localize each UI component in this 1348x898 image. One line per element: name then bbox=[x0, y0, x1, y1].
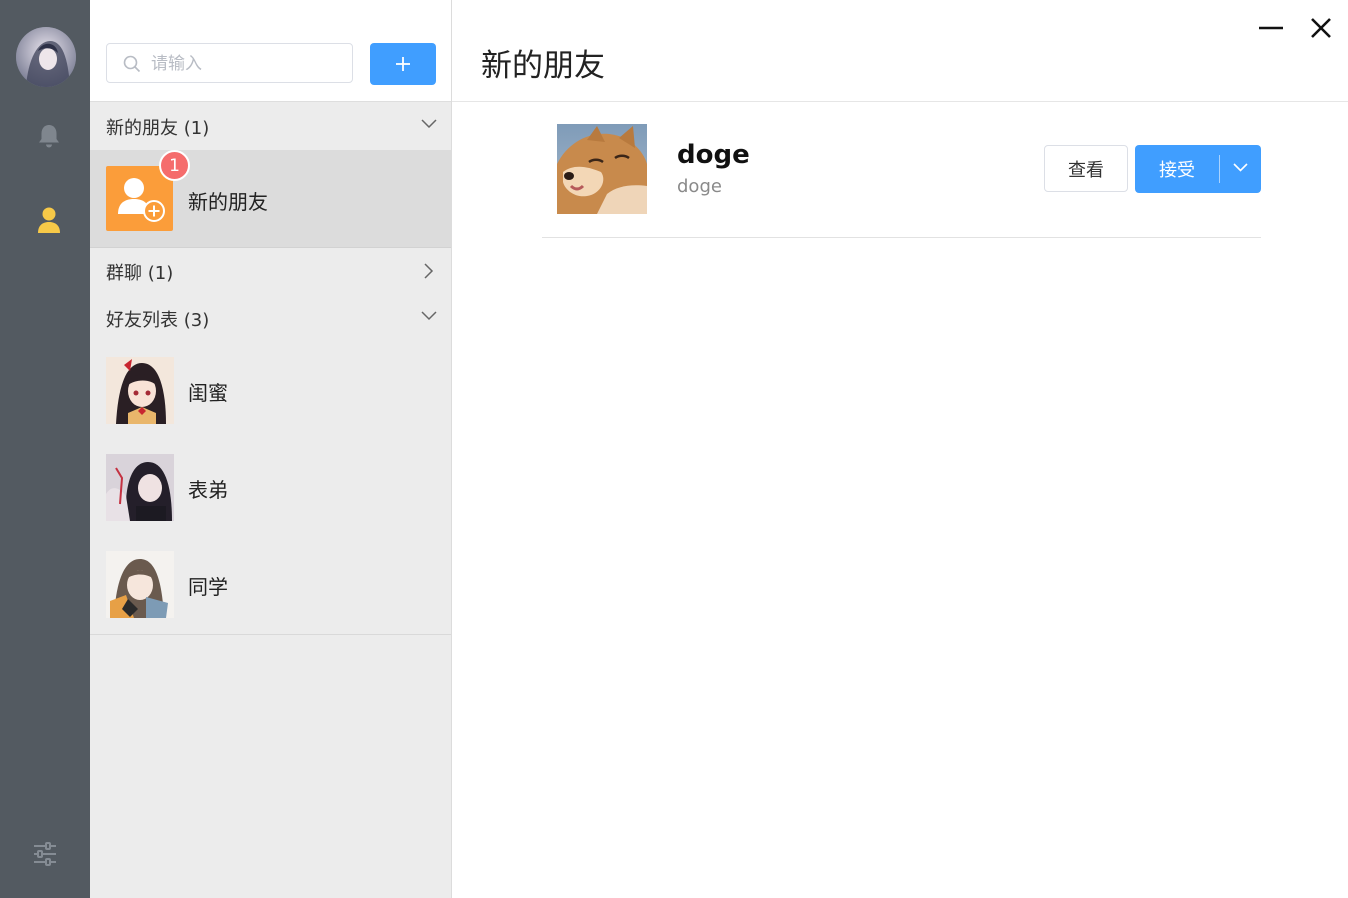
search-icon bbox=[123, 55, 141, 73]
friend-avatar bbox=[106, 357, 174, 424]
nav-rail bbox=[0, 0, 90, 898]
friend-item[interactable]: 同学 bbox=[90, 535, 451, 632]
settings-sliders-icon[interactable] bbox=[32, 842, 58, 866]
chevron-down-icon bbox=[421, 311, 437, 321]
plus-icon bbox=[396, 57, 410, 71]
friend-name: 表弟 bbox=[188, 478, 228, 502]
group-header-group-chats[interactable]: 群聊 (1) bbox=[90, 247, 451, 295]
request-avatar bbox=[557, 124, 647, 214]
page-title: 新的朋友 bbox=[481, 48, 605, 84]
group-header-friend-list[interactable]: 好友列表 (3) bbox=[90, 294, 451, 342]
chevron-down-icon bbox=[1233, 163, 1248, 172]
contacts-icon[interactable] bbox=[36, 206, 62, 234]
detail-pane: 新的朋友 doge doge 查看 接受 bbox=[452, 0, 1348, 898]
list-item-new-friends[interactable]: 新的朋友 bbox=[90, 150, 451, 248]
friend-avatar bbox=[106, 454, 174, 521]
accept-split-button: 接受 bbox=[1135, 145, 1261, 193]
request-name: doge bbox=[677, 140, 750, 170]
friend-name: 闺蜜 bbox=[188, 381, 228, 405]
group-label: 好友列表 (3) bbox=[106, 310, 210, 331]
search-field[interactable] bbox=[106, 43, 353, 84]
contacts-panel: 新的朋友 (1) 新的朋友 1 群聊 (1) 好友列表 (3) bbox=[90, 0, 452, 898]
friend-request-card: doge doge 查看 接受 bbox=[542, 102, 1261, 238]
search-input[interactable] bbox=[149, 44, 348, 84]
divider bbox=[90, 634, 451, 635]
friend-item[interactable]: 表弟 bbox=[90, 438, 451, 535]
unread-badge: 1 bbox=[159, 150, 190, 181]
chevron-down-icon bbox=[421, 119, 437, 129]
list-item-label: 新的朋友 bbox=[188, 190, 268, 214]
chevron-right-icon bbox=[424, 263, 434, 279]
friend-item[interactable]: 闺蜜 bbox=[90, 341, 451, 438]
user-avatar[interactable] bbox=[16, 27, 76, 87]
group-label: 群聊 (1) bbox=[106, 263, 174, 284]
group-label: 新的朋友 (1) bbox=[106, 118, 210, 139]
friend-name: 同学 bbox=[188, 575, 228, 599]
close-icon[interactable] bbox=[1306, 14, 1336, 44]
search-bar bbox=[90, 0, 451, 102]
pane-header: 新的朋友 bbox=[452, 0, 1348, 102]
accept-button[interactable]: 接受 bbox=[1135, 145, 1219, 193]
friend-avatar bbox=[106, 551, 174, 618]
group-header-new-friends[interactable]: 新的朋友 (1) bbox=[90, 102, 451, 150]
bell-icon[interactable] bbox=[37, 123, 61, 149]
accept-dropdown-toggle[interactable] bbox=[1220, 145, 1261, 193]
view-button[interactable]: 查看 bbox=[1044, 145, 1128, 192]
request-subtitle: doge bbox=[677, 176, 722, 197]
add-button[interactable] bbox=[370, 43, 436, 85]
minimize-icon[interactable] bbox=[1256, 14, 1286, 44]
